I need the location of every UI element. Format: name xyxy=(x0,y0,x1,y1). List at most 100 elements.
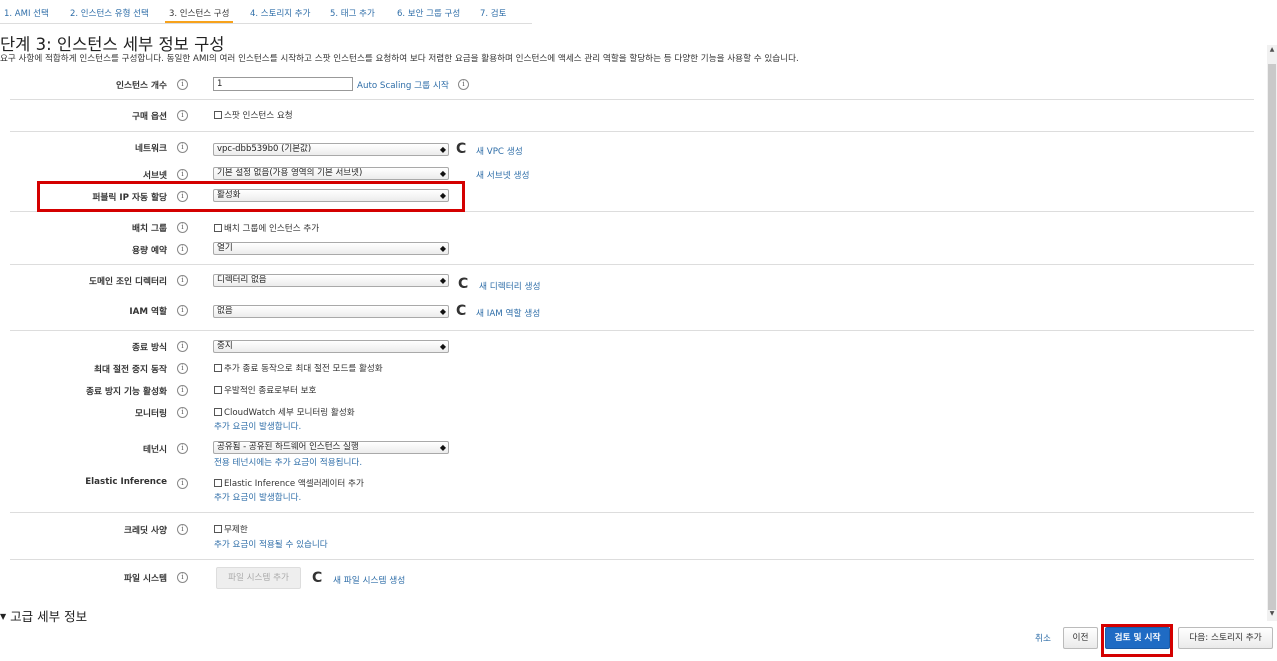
tenancy-select[interactable]: 공유됨 - 공유된 하드웨어 인스턴스 실행 ◆ xyxy=(213,441,449,454)
info-icon[interactable]: i xyxy=(177,407,188,418)
hibernate-label: 최대 절전 중지 동작 xyxy=(93,365,167,375)
new-iam-role-link[interactable]: 새 IAM 역할 생성 xyxy=(476,306,540,319)
select-arrow-icon: ◆ xyxy=(439,169,446,178)
info-icon[interactable]: i xyxy=(177,305,188,316)
page-description: 요구 사항에 적합하게 인스턴스를 구성합니다. 동일한 AMI의 여러 인스턴… xyxy=(0,54,799,64)
new-directory-link[interactable]: 새 디렉터리 생성 xyxy=(479,279,540,292)
tenancy-note: 전용 테넌시에는 추가 요금이 적용됩니다. xyxy=(214,458,363,468)
info-icon[interactable]: i xyxy=(177,478,188,489)
subnet-select[interactable]: 기본 설정 없음(가용 영역의 기본 서브넷) ◆ xyxy=(213,167,449,180)
auto-scaling-link[interactable]: Auto Scaling 그룹 시작 xyxy=(357,78,449,91)
info-icon[interactable]: i xyxy=(177,79,188,90)
new-vpc-link[interactable]: 새 VPC 생성 xyxy=(476,144,523,157)
checkbox-box[interactable] xyxy=(214,111,222,119)
network-select[interactable]: vpc-dbb539b0 (기본값) ◆ xyxy=(213,143,449,156)
info-icon[interactable]: i xyxy=(177,222,188,233)
monitoring-note: 추가 요금이 발생합니다. xyxy=(214,422,302,432)
network-label: 네트워크 xyxy=(135,144,167,154)
file-systems-label: 파일 시스템 xyxy=(124,574,167,584)
spot-request-label: 스팟 인스턴스 요청 xyxy=(224,111,293,121)
unlimited-checkbox[interactable]: 무제한 xyxy=(214,523,248,535)
termination-protection-checkbox[interactable]: 우발적인 종료로부터 보호 xyxy=(214,384,316,396)
step-add-tags[interactable]: 5. 태그 추가 xyxy=(330,0,375,24)
credit-spec-note: 추가 요금이 적용될 수 있습니다 xyxy=(214,540,328,550)
instance-count-input[interactable]: 1 xyxy=(213,77,353,91)
info-icon[interactable]: i xyxy=(177,363,188,374)
advanced-details-toggle[interactable]: ▼ 고급 세부 정보 xyxy=(0,606,87,625)
monitoring-text: CloudWatch 세부 모니터링 활성화 xyxy=(224,408,355,418)
previous-button[interactable]: 이전 xyxy=(1063,627,1098,649)
shutdown-behavior-label: 종료 방식 xyxy=(132,343,167,353)
info-icon[interactable]: i xyxy=(177,443,188,454)
domain-join-label: 도메인 조인 디렉터리 xyxy=(89,277,167,287)
scroll-up-arrow-icon[interactable]: ▲ xyxy=(1267,45,1277,55)
info-icon[interactable]: i xyxy=(177,275,188,286)
select-arrow-icon: ◆ xyxy=(439,276,446,285)
elastic-inference-text: Elastic Inference 액셀러레이터 추가 xyxy=(224,479,364,489)
monitoring-label: 모니터링 xyxy=(135,409,167,419)
checkbox-box[interactable] xyxy=(214,364,222,372)
checkbox-box[interactable] xyxy=(214,386,222,394)
step-security-group[interactable]: 6. 보안 그룹 구성 xyxy=(397,0,460,24)
select-arrow-icon: ◆ xyxy=(439,145,446,154)
advanced-details-label: 고급 세부 정보 xyxy=(10,609,88,624)
refresh-icon[interactable]: C xyxy=(458,277,468,291)
refresh-icon[interactable]: C xyxy=(312,571,322,585)
step-instance-type[interactable]: 2. 인스턴스 유형 선택 xyxy=(70,0,149,24)
refresh-icon[interactable]: C xyxy=(456,142,466,156)
domain-join-select[interactable]: 디렉터리 없음 ◆ xyxy=(213,274,449,287)
credit-spec-label: 크레딧 사양 xyxy=(124,526,167,536)
section-divider xyxy=(10,264,1254,265)
info-icon[interactable]: i xyxy=(177,244,188,255)
unlimited-text: 무제한 xyxy=(224,525,248,535)
scroll-down-arrow-icon[interactable]: ▼ xyxy=(1267,609,1277,619)
placement-group-text: 배치 그룹에 인스턴스 추가 xyxy=(224,224,320,234)
step-configure-instance[interactable]: 3. 인스턴스 구성 xyxy=(164,0,234,24)
info-icon[interactable]: i xyxy=(458,79,469,90)
checkbox-box[interactable] xyxy=(214,224,222,232)
caret-down-icon: ▼ xyxy=(0,612,7,621)
wizard-underline xyxy=(0,23,532,24)
hibernate-checkbox[interactable]: 추가 종료 동작으로 최대 절전 모드를 활성화 xyxy=(214,362,383,374)
info-icon[interactable]: i xyxy=(177,524,188,535)
elastic-inference-label: Elastic Inference xyxy=(85,477,167,487)
info-icon[interactable]: i xyxy=(177,341,188,352)
step-ami[interactable]: 1. AMI 선택 xyxy=(4,0,49,24)
checkbox-box[interactable] xyxy=(214,525,222,533)
elastic-inference-checkbox[interactable]: Elastic Inference 액셀러레이터 추가 xyxy=(214,477,364,489)
shutdown-behavior-select[interactable]: 중지 ◆ xyxy=(213,340,449,353)
info-icon[interactable]: i xyxy=(177,110,188,121)
instance-count-label: 인스턴스 개수 xyxy=(116,81,167,91)
monitoring-checkbox[interactable]: CloudWatch 세부 모니터링 활성화 xyxy=(214,406,355,418)
spot-request-checkbox[interactable]: 스팟 인스턴스 요청 xyxy=(214,109,293,121)
info-icon[interactable]: i xyxy=(177,169,188,180)
select-arrow-icon: ◆ xyxy=(439,443,446,452)
next-add-storage-button[interactable]: 다음: 스토리지 추가 xyxy=(1178,627,1273,649)
iam-role-select[interactable]: 없음 ◆ xyxy=(213,305,449,318)
step-review[interactable]: 7. 검토 xyxy=(480,0,506,24)
new-file-system-link[interactable]: 새 파일 시스템 생성 xyxy=(333,573,405,586)
section-divider xyxy=(10,99,1254,100)
new-subnet-link[interactable]: 새 서브넷 생성 xyxy=(476,168,529,181)
capacity-reservation-select[interactable]: 열기 ◆ xyxy=(213,242,449,255)
refresh-icon[interactable]: C xyxy=(456,304,466,318)
purchase-option-label: 구매 옵션 xyxy=(132,112,167,122)
info-icon[interactable]: i xyxy=(177,385,188,396)
info-icon[interactable]: i xyxy=(177,142,188,153)
capacity-reservation-label: 용량 예약 xyxy=(132,246,167,256)
scrollbar-thumb[interactable] xyxy=(1268,64,1276,610)
step-add-storage[interactable]: 4. 스토리지 추가 xyxy=(250,0,310,24)
section-divider xyxy=(10,131,1254,132)
checkbox-box[interactable] xyxy=(214,408,222,416)
cancel-link[interactable]: 취소 xyxy=(1035,631,1051,644)
info-icon[interactable]: i xyxy=(177,572,188,583)
checkbox-box[interactable] xyxy=(214,479,222,487)
capacity-reservation-value: 열기 xyxy=(217,243,233,253)
placement-group-label: 배치 그룹 xyxy=(132,224,167,234)
placement-group-checkbox[interactable]: 배치 그룹에 인스턴스 추가 xyxy=(214,222,319,234)
elastic-inference-note: 추가 요금이 발생합니다. xyxy=(214,493,302,503)
add-file-system-button[interactable]: 파일 시스템 추가 xyxy=(216,567,301,589)
termination-protection-label: 종료 방지 기능 활성화 xyxy=(85,387,167,397)
select-arrow-icon: ◆ xyxy=(439,342,446,351)
network-value: vpc-dbb539b0 (기본값) xyxy=(217,144,312,154)
